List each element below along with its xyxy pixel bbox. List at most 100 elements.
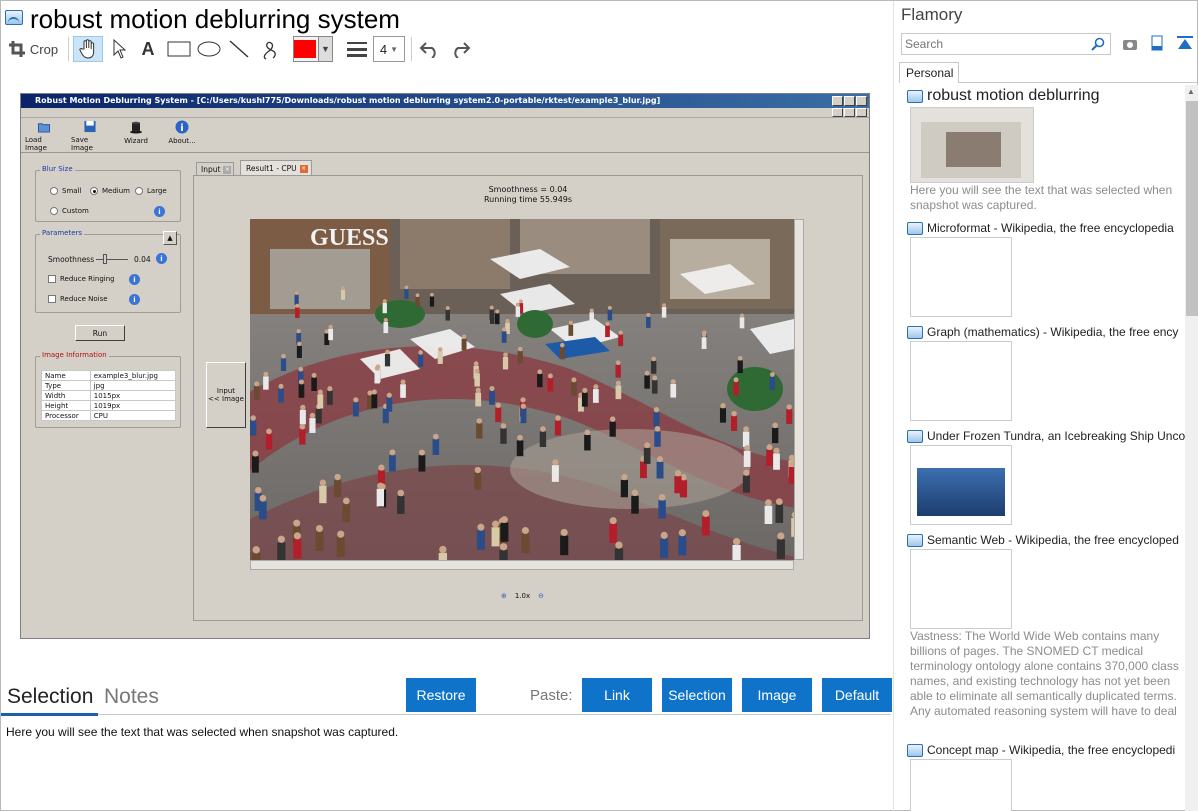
table-row: Name example3_blur.jpg	[41, 370, 177, 381]
undo-button[interactable]	[417, 36, 443, 62]
save-icon	[84, 120, 96, 133]
reduce-noise-checkbox[interactable]: Reduce Noise	[48, 295, 108, 303]
collapse-top-icon[interactable]	[1176, 35, 1194, 51]
tab-notes[interactable]: Notes	[104, 685, 159, 709]
search-icon[interactable]	[1091, 37, 1105, 51]
freehand-tool-button[interactable]	[257, 36, 283, 62]
blur-size-title: Blur Size	[40, 165, 75, 173]
ellipse-tool-button[interactable]	[195, 36, 223, 62]
line-style-button[interactable]	[344, 36, 370, 62]
info-icon[interactable]: i	[129, 294, 140, 305]
reduce-ringing-checkbox[interactable]: Reduce Ringing	[48, 275, 115, 283]
zoom-in-icon[interactable]: ⊕	[501, 592, 507, 600]
captured-window-titlebar: Robust Motion Deblurring System - [C:/Us…	[21, 94, 869, 108]
deblurred-photo[interactable]: GUESS	[250, 219, 794, 560]
list-item[interactable]: Semantic Web - Wikipedia, the free encyc…	[907, 533, 1185, 737]
running-time-text: Running time 55.949s	[483, 195, 573, 204]
close-icon	[856, 96, 867, 106]
paste-link-button[interactable]: Link	[582, 678, 652, 712]
mdi-minimize-icon	[832, 108, 843, 117]
radio-large[interactable]: Large	[135, 187, 167, 195]
color-picker[interactable]: ▼	[293, 36, 333, 62]
info-icon[interactable]: i	[129, 274, 140, 285]
item-description: Here you will see the text that was sele…	[910, 183, 1173, 212]
paste-default-button[interactable]: Default	[822, 678, 892, 712]
tab-result[interactable]: Result1 - CPU ×	[240, 160, 312, 176]
about-button[interactable]: i About...	[163, 120, 201, 152]
restore-button[interactable]: Restore	[406, 678, 476, 712]
paste-label: Paste:	[530, 687, 573, 704]
info-icon: i	[175, 120, 189, 134]
item-thumbnail	[910, 107, 1034, 183]
paste-image-button[interactable]: Image	[742, 678, 812, 712]
freehand-icon	[263, 41, 276, 60]
sidebar-title: Flamory	[901, 5, 963, 24]
list-item[interactable]: Under Frozen Tundra, an Icebreaking Ship…	[907, 429, 1185, 533]
select-tool-button[interactable]	[109, 36, 131, 62]
info-icon[interactable]: i	[156, 253, 167, 264]
line-tool-button[interactable]	[226, 36, 252, 62]
tab-input[interactable]: Input ×	[196, 162, 234, 176]
search-input[interactable]	[901, 33, 1111, 55]
radio-custom[interactable]: Custom	[50, 207, 89, 215]
notes-text[interactable]: Here you will see the text that was sele…	[6, 725, 398, 739]
snapshot-list: robust motion deblurring Here you will s…	[907, 87, 1185, 811]
crop-button[interactable]: Crop	[7, 36, 59, 62]
save-image-button[interactable]: Save Image	[71, 120, 109, 152]
image-info-group: Image Information Name example3_blur.jpg …	[35, 351, 181, 428]
image-info-table: Name example3_blur.jpg Type jpg Width 1015p…	[41, 370, 177, 421]
blur-size-group: Blur Size Small Medium Large Custom i	[35, 165, 181, 222]
vertical-scrollbar[interactable]	[794, 219, 804, 560]
tab-selection[interactable]: Selection	[7, 685, 93, 709]
result-stats: Smoothness = 0.04 Running time 55.949s	[193, 185, 863, 205]
rectangle-tool-button[interactable]	[165, 36, 193, 62]
load-image-button[interactable]: Load Image	[25, 120, 63, 152]
parameters-group: Parameters ▲ Smoothness 0.04 i Reduce Ri…	[35, 229, 181, 313]
scroll-up-icon[interactable]: ▲	[1187, 87, 1195, 96]
list-item[interactable]: Microformat - Wikipedia, the free encycl…	[907, 221, 1185, 325]
line-width-value: 4	[379, 41, 388, 57]
horizontal-scrollbar[interactable]	[250, 560, 794, 570]
undo-icon	[419, 42, 436, 58]
zoom-out-icon[interactable]: ⊖	[538, 592, 544, 600]
document-icon[interactable]	[1151, 35, 1163, 51]
zoom-controls: ⊕ 1.0x ⊖	[501, 592, 544, 600]
line-width-select[interactable]: 4 ▼	[373, 36, 405, 62]
run-button[interactable]: Run	[75, 325, 125, 341]
pointer-icon	[113, 39, 127, 59]
wizard-label: Wizard	[124, 137, 148, 145]
radio-small[interactable]: Small	[50, 187, 81, 195]
redo-icon	[454, 42, 471, 58]
list-item[interactable]: Concept map - Wikipedia, the free encycl…	[907, 743, 1185, 811]
scroll-thumb[interactable]	[1186, 101, 1198, 316]
text-tool-button[interactable]: A	[137, 36, 159, 62]
item-title: Semantic Web - Wikipedia, the free encyc…	[907, 533, 1185, 547]
smoothness-label: Smoothness	[48, 255, 95, 264]
wizard-button[interactable]: Wizard	[117, 120, 155, 152]
slider-handle[interactable]	[103, 254, 107, 264]
tab-personal[interactable]: Personal	[899, 62, 959, 83]
radio-medium[interactable]: Medium	[90, 187, 130, 195]
item-title: robust motion deblurring	[907, 87, 1185, 105]
text-icon: A	[141, 38, 155, 59]
redo-button[interactable]	[447, 36, 473, 62]
collapse-icon[interactable]: ▲	[163, 231, 177, 245]
input-image-button[interactable]: Input << Image	[206, 362, 246, 428]
smoothness-value: 0.04	[134, 255, 151, 264]
mdi-close-icon	[856, 108, 867, 117]
list-item[interactable]: robust motion deblurring Here you will s…	[907, 87, 1185, 217]
item-thumbnail	[910, 341, 1012, 421]
svg-text:i: i	[180, 123, 183, 134]
chevron-down-icon: ▼	[318, 37, 332, 61]
hand-tool-button[interactable]	[73, 36, 103, 62]
crop-label: Crop	[29, 41, 59, 57]
maximize-icon	[844, 96, 855, 106]
wizard-hat-icon	[130, 121, 142, 134]
list-item[interactable]: Graph (mathematics) - Wikipedia, the fre…	[907, 325, 1185, 429]
paste-selection-button[interactable]: Selection	[662, 678, 732, 712]
captured-screenshot[interactable]: Robust Motion Deblurring System - [C:/Us…	[20, 93, 870, 639]
info-icon[interactable]: i	[154, 206, 165, 217]
camera-icon[interactable]	[1122, 37, 1138, 51]
image-info-title: Image Information	[40, 351, 109, 359]
smoothness-slider[interactable]	[96, 259, 128, 260]
